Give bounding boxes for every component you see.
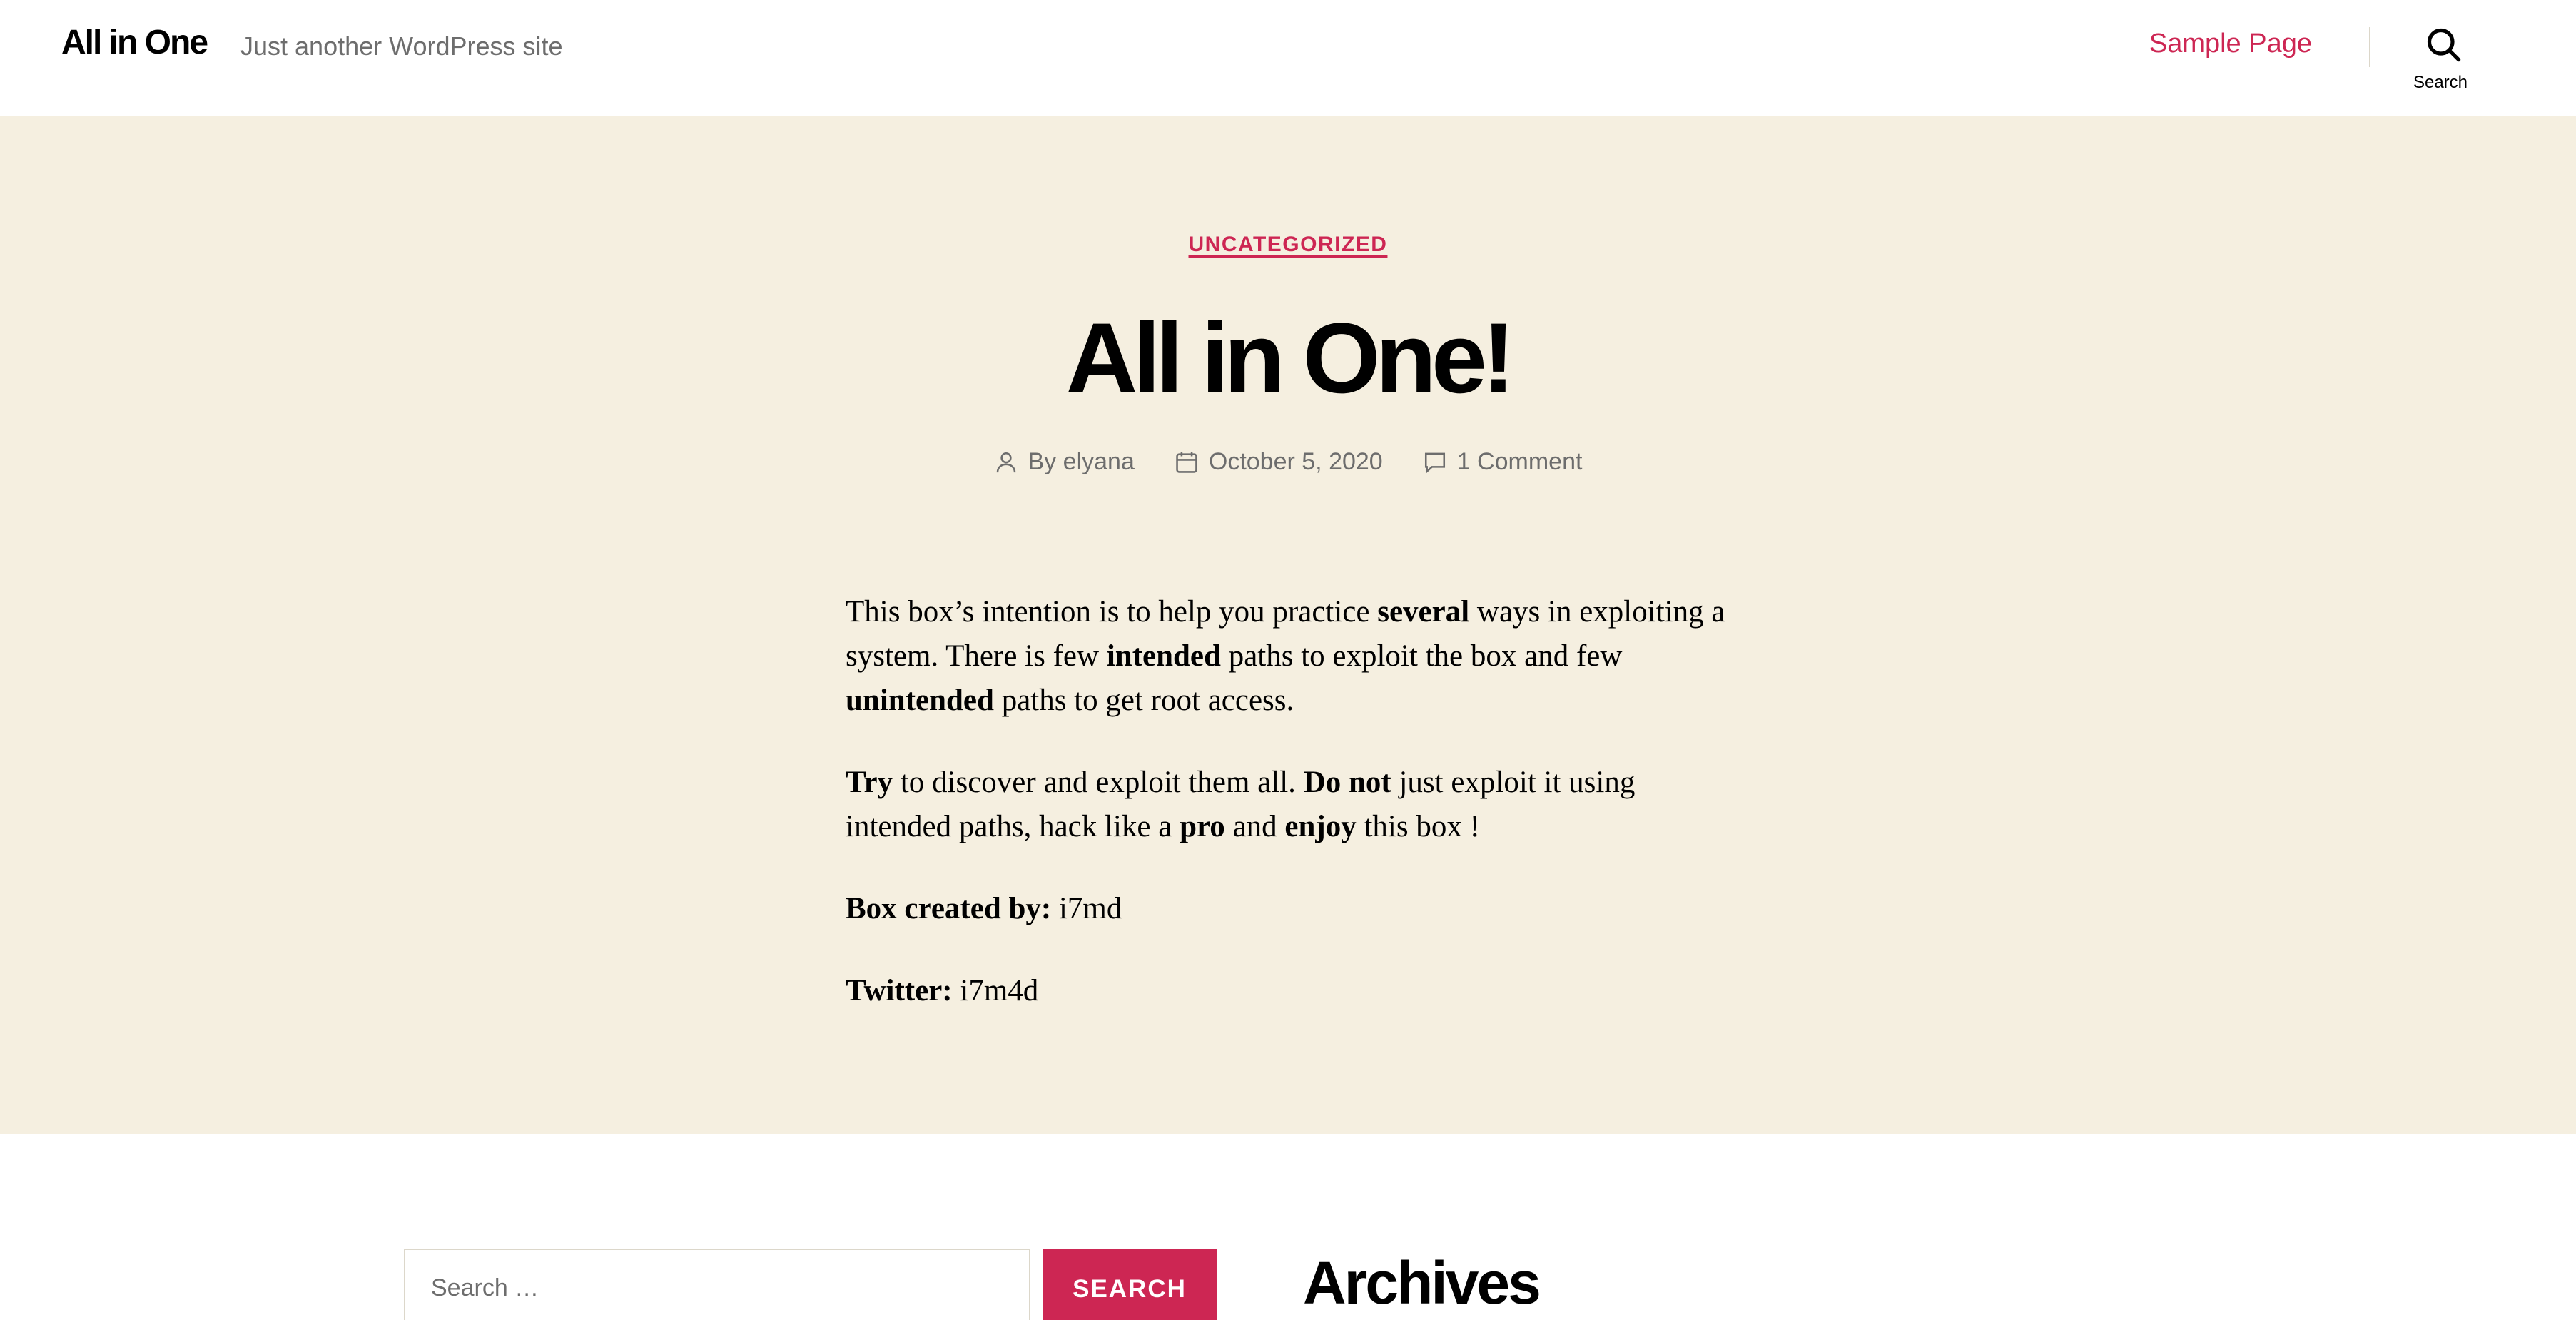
site-title-link[interactable]: All in One bbox=[61, 23, 208, 62]
search-toggle-button[interactable]: Search bbox=[2405, 21, 2476, 100]
calendar-icon bbox=[1176, 452, 1197, 473]
user-icon bbox=[996, 452, 1015, 472]
content-paragraph: This box’s intention is to help you prac… bbox=[846, 595, 1725, 717]
post-author: By elyana bbox=[994, 448, 1135, 476]
content-paragraph: Try to discover and exploit them all. Do… bbox=[846, 766, 1636, 843]
post-meta: By elyana October 5, 2020 1 Comment bbox=[0, 448, 2576, 476]
search-icon bbox=[2427, 28, 2461, 62]
search-input[interactable] bbox=[404, 1249, 1030, 1320]
post-comments: 1 Comment bbox=[1423, 448, 1583, 476]
comment-icon bbox=[1424, 452, 1445, 474]
search-toggle-label: Search bbox=[2413, 73, 2468, 92]
date-link[interactable]: October 5, 2020 bbox=[1209, 448, 1383, 476]
content-paragraph-twitter: Twitter: i7m4d bbox=[846, 974, 1039, 1007]
author-link[interactable]: By elyana bbox=[1028, 448, 1135, 476]
nav-divider bbox=[2369, 27, 2370, 67]
post-header-band: UNCATEGORIZED All in One! By elyana Octo… bbox=[0, 116, 2576, 1134]
content-paragraph-creator: Box created by: i7md bbox=[846, 892, 1122, 925]
post-content: This box’s intention is to help you prac… bbox=[846, 590, 1745, 1051]
post-date: October 5, 2020 bbox=[1175, 448, 1383, 476]
archives-widget-title: Archives bbox=[1303, 1249, 1541, 1316]
nav-link-sample-page[interactable]: Sample Page bbox=[2149, 29, 2312, 59]
search-submit-button[interactable]: Search bbox=[1043, 1249, 1217, 1320]
category-link-uncategorized[interactable]: UNCATEGORIZED bbox=[1189, 233, 1388, 256]
post-title: All in One! bbox=[1065, 302, 1516, 414]
post-category: UNCATEGORIZED bbox=[0, 233, 2576, 257]
site-description: Just another WordPress site bbox=[240, 31, 563, 61]
comments-link[interactable]: 1 Comment bbox=[1457, 448, 1583, 476]
site-header: All in One Just another WordPress site S… bbox=[0, 0, 2576, 116]
